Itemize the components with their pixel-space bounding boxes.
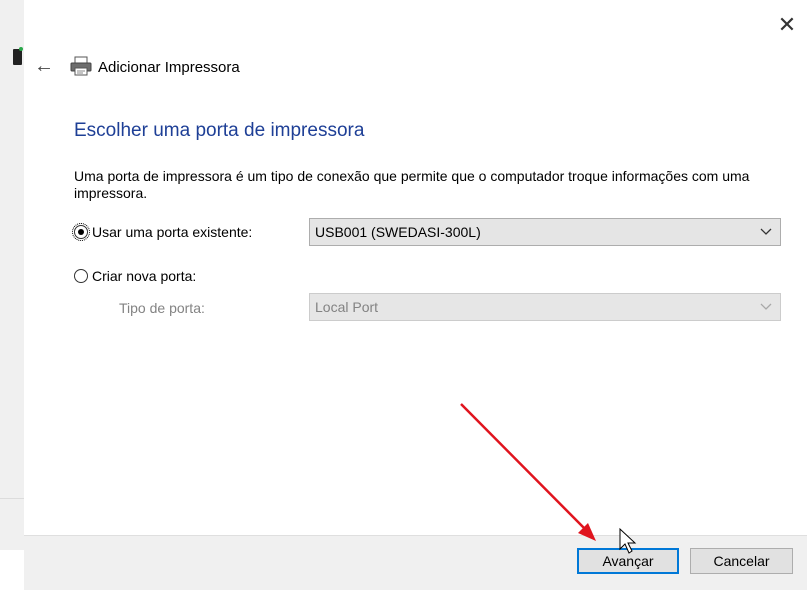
add-printer-dialog: ✕ ← Adicionar Impressora Escolher uma po…	[24, 0, 807, 590]
existing-port-label: Usar uma porta existente:	[92, 224, 253, 240]
back-button[interactable]: ←	[33, 55, 55, 77]
new-port-radio[interactable]	[74, 269, 88, 283]
chevron-down-icon	[760, 228, 772, 235]
page-heading: Escolher uma porta de impressora	[74, 120, 365, 141]
existing-port-radio[interactable]	[72, 223, 90, 241]
chevron-down-icon	[760, 303, 772, 310]
new-port-option[interactable]: Criar nova porta:	[74, 268, 196, 284]
printer-icon	[70, 56, 92, 76]
existing-port-select[interactable]: USB001 (SWEDASI-300L)	[309, 218, 781, 246]
page-description: Uma porta de impressora é um tipo de con…	[74, 168, 750, 201]
background-window-footer	[0, 498, 24, 550]
port-type-value: Local Port	[315, 299, 379, 315]
port-type-select[interactable]: Local Port	[309, 293, 781, 321]
close-icon: ✕	[777, 12, 797, 37]
back-arrow-icon: ←	[34, 55, 54, 77]
existing-port-value: USB001 (SWEDASI-300L)	[315, 224, 481, 240]
cancel-button[interactable]: Cancelar	[690, 548, 793, 574]
new-port-label: Criar nova porta:	[92, 268, 197, 284]
background-printer-icon	[13, 47, 23, 65]
existing-port-option[interactable]: Usar uma porta existente:	[72, 223, 253, 241]
close-button[interactable]: ✕	[776, 14, 798, 36]
dialog-footer: Avançar Cancelar	[24, 535, 807, 590]
dialog-title: Adicionar Impressora	[98, 59, 240, 76]
next-button[interactable]: Avançar	[577, 548, 679, 574]
background-window-edge	[0, 0, 25, 550]
port-type-label: Tipo de porta:	[119, 300, 205, 316]
